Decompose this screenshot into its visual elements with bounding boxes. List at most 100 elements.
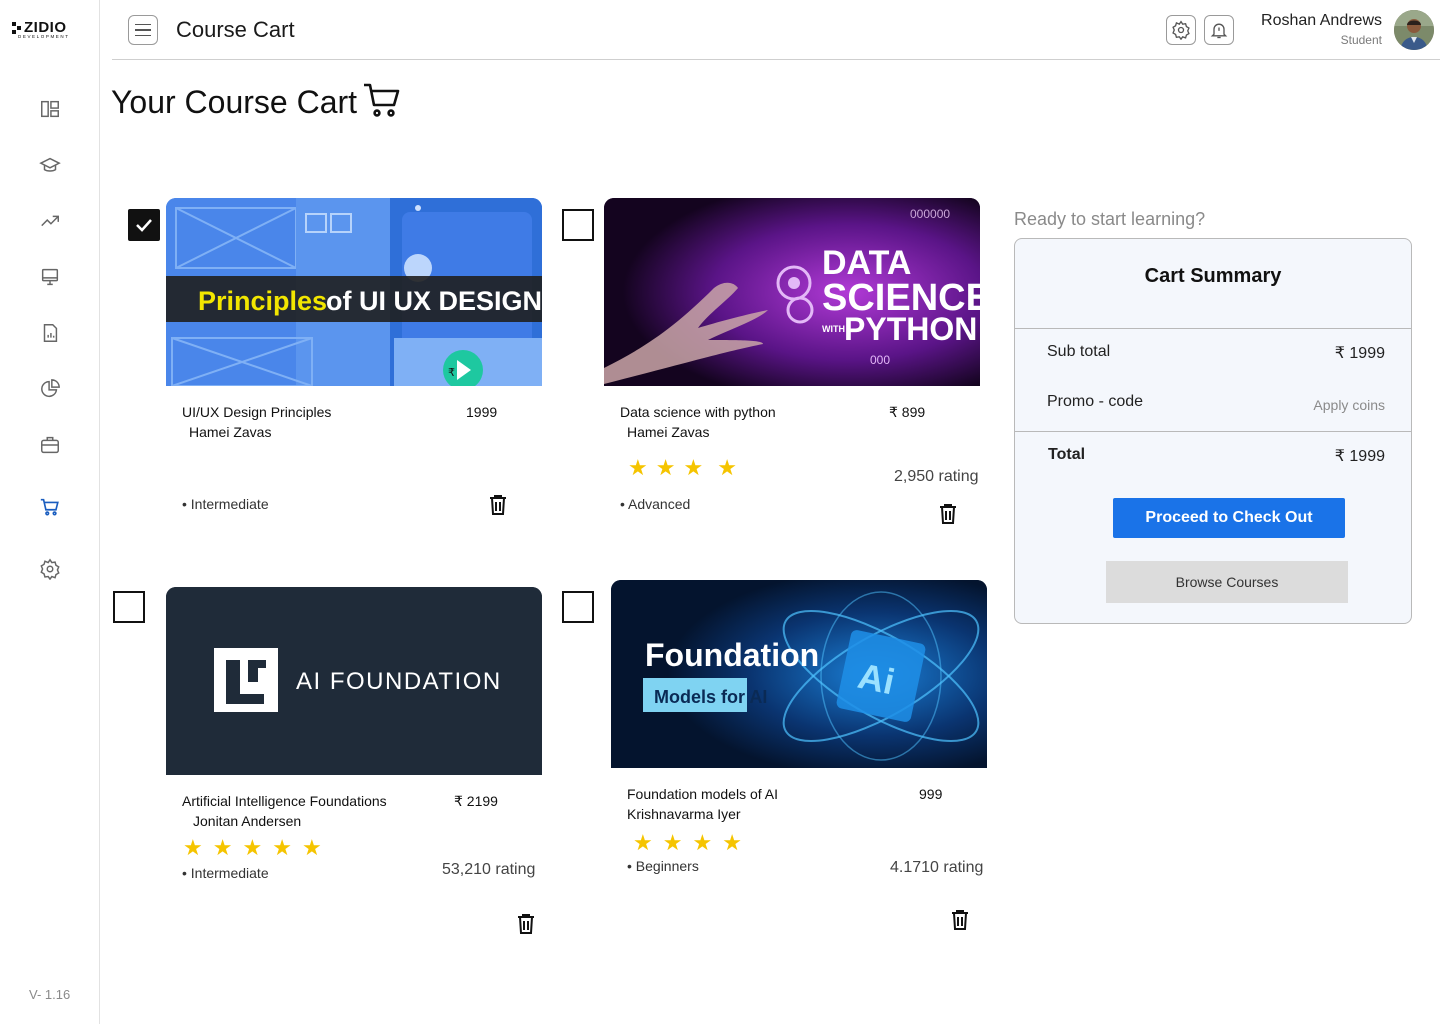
trending-icon xyxy=(41,215,59,227)
user-name: Roshan Andrews xyxy=(1261,12,1382,29)
page-header-title: Course Cart xyxy=(176,17,295,42)
course-select-checkbox[interactable] xyxy=(562,209,594,241)
course-author: Krishnavarma Iyer xyxy=(627,806,741,822)
sidebar-item-courses[interactable] xyxy=(24,145,76,185)
apply-coins-link[interactable]: Apply coins xyxy=(1313,397,1385,413)
trash-icon[interactable] xyxy=(938,503,958,525)
star-icon: ★ xyxy=(633,830,653,855)
menu-icon-line xyxy=(135,34,151,37)
summary-title: Cart Summary xyxy=(1144,265,1282,287)
star-icon: ★ xyxy=(692,830,713,855)
sidebar-item-progress[interactable] xyxy=(24,201,76,241)
course-thumbnail[interactable]: Ai Foundation Models for AI xyxy=(611,580,987,768)
sidebar-item-cart[interactable] xyxy=(24,487,76,527)
user-role: Student xyxy=(1340,33,1382,47)
star-icon: ★ xyxy=(655,455,676,480)
rating-stars: ★ ★ ★ ★ xyxy=(633,832,742,854)
sidebar-item-classes[interactable] xyxy=(24,257,76,297)
course-level: • Beginners xyxy=(627,858,699,874)
course-select-checkbox[interactable] xyxy=(113,591,145,623)
course-title[interactable]: Artificial Intelligence Foundations xyxy=(182,793,387,809)
course-level: • Intermediate xyxy=(182,496,269,512)
thumb-text: Foundation xyxy=(645,637,819,673)
sidebar-item-reports[interactable] xyxy=(24,313,76,353)
course-price: 1999 xyxy=(466,404,498,420)
course-title[interactable]: Data science with python xyxy=(620,404,776,420)
avatar-image xyxy=(1394,10,1434,50)
header-settings-button[interactable] xyxy=(1166,15,1196,45)
svg-text:000000: 000000 xyxy=(910,207,950,221)
course-thumbnail[interactable]: DATA SCIENCE WITH PYTHON 000 000000 xyxy=(604,198,980,386)
course-price: ₹ 2199 xyxy=(454,793,498,809)
brand-logo[interactable]: ZIDIO DEVELOPMENT xyxy=(12,18,92,42)
course-author: Jonitan Andersen xyxy=(193,813,302,829)
menu-icon-line xyxy=(135,23,151,26)
course-thumbnail[interactable]: Principles of UI UX DESIGN ₹ xyxy=(166,198,542,386)
svg-text:₹: ₹ xyxy=(448,366,455,379)
cart-summary-panel: Cart Summary Sub total ₹ 1999 Promo - co… xyxy=(1014,238,1412,624)
star-icon: ★ xyxy=(272,835,292,860)
course-title[interactable]: UI/UX Design Principles xyxy=(182,404,331,420)
menu-icon-line xyxy=(135,29,151,31)
svg-text:of UI UX DESIGN: of UI UX DESIGN xyxy=(326,286,542,316)
sidebar-item-analytics[interactable] xyxy=(24,369,76,409)
sidebar-item-dashboard[interactable] xyxy=(24,89,76,129)
dashboard-icon xyxy=(41,100,59,118)
star-icon: ★ xyxy=(183,835,203,860)
course-author: Hamei Zavas xyxy=(627,424,710,440)
star-icon: ★ xyxy=(683,455,704,480)
star-icon: ★ xyxy=(717,455,737,480)
course-thumbnail-art: DATA SCIENCE WITH PYTHON 000 000000 xyxy=(604,198,980,386)
pie-chart-icon xyxy=(41,379,60,398)
browse-courses-button[interactable]: Browse Courses xyxy=(1106,561,1348,603)
top-header: Course Cart Roshan Andrews Student xyxy=(112,0,1440,60)
checkout-button[interactable]: Proceed to Check Out xyxy=(1113,498,1345,538)
course-select-checkbox[interactable] xyxy=(128,209,160,241)
sidebar-item-jobs[interactable] xyxy=(24,425,76,465)
graduation-cap-icon xyxy=(39,157,61,172)
sidebar-item-settings[interactable] xyxy=(24,549,76,589)
svg-text:WITH: WITH xyxy=(822,324,845,334)
trash-icon[interactable] xyxy=(488,494,508,516)
summary-divider xyxy=(1015,328,1411,329)
thumb-text: AI FOUNDATION xyxy=(296,668,502,695)
star-icon: ★ xyxy=(242,835,263,860)
notifications-button[interactable] xyxy=(1204,15,1234,45)
thumb-subtext: Models for AI xyxy=(654,687,767,707)
svg-text:PYTHON: PYTHON xyxy=(844,311,977,347)
star-icon: ★ xyxy=(628,455,648,480)
subtotal-value: ₹ 1999 xyxy=(1334,345,1385,362)
course-thumbnail-art: Ai Foundation Models for AI xyxy=(611,580,987,768)
course-select-checkbox[interactable] xyxy=(562,591,594,623)
avatar[interactable] xyxy=(1394,10,1434,50)
sidebar: ZIDIO DEVELOPMENT V- 1.16 xyxy=(0,0,100,1024)
bell-icon xyxy=(1210,23,1228,39)
course-rating: 2,950 rating xyxy=(894,468,979,485)
monitor-icon xyxy=(41,268,59,286)
star-icon: ★ xyxy=(212,835,233,860)
gear-icon xyxy=(1172,20,1190,40)
course-level: • Advanced xyxy=(620,496,691,512)
cart-title-icon xyxy=(364,83,400,117)
course-price: 999 xyxy=(919,786,943,802)
logo-mark-icon xyxy=(12,22,21,34)
star-icon: ★ xyxy=(301,835,322,860)
summary-divider xyxy=(1015,431,1411,432)
svg-text:000: 000 xyxy=(870,353,890,367)
course-rating: 4.1710 rating xyxy=(890,859,984,876)
thumb-accent-text: Principles xyxy=(198,286,327,316)
rating-stars: ★ ★ ★ ★ ★ xyxy=(183,837,322,859)
cart-icon xyxy=(40,498,59,516)
app-version: V- 1.16 xyxy=(29,987,71,1002)
trash-icon[interactable] xyxy=(516,913,536,935)
course-title[interactable]: Foundation models of AI xyxy=(627,786,778,802)
menu-toggle-button[interactable] xyxy=(128,15,158,45)
summary-prompt: Ready to start learning? xyxy=(1014,209,1206,229)
course-thumbnail-art: Principles of UI UX DESIGN ₹ xyxy=(166,198,542,386)
trash-icon[interactable] xyxy=(950,909,970,931)
total-label: Total xyxy=(1048,446,1086,463)
brand-tagline: DEVELOPMENT xyxy=(18,34,70,39)
course-thumbnail[interactable]: AI FOUNDATION xyxy=(166,587,542,775)
promo-label: Promo - code xyxy=(1047,393,1144,410)
subtotal-label: Sub total xyxy=(1047,343,1111,360)
